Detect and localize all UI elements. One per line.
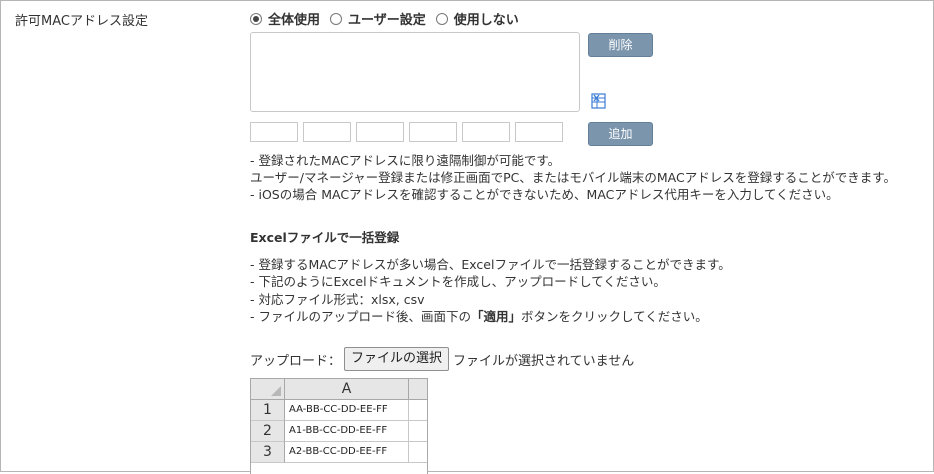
- mac-octet-input-6[interactable]: [515, 122, 563, 142]
- note-line: ユーザー/マネージャー登録または修正画面でPC、またはモバイル端末のMACアドレ…: [250, 170, 896, 185]
- radio-user-setting[interactable]: ユーザー設定: [330, 9, 426, 28]
- sheet-cell-empty: [409, 442, 427, 463]
- excel-note-line: - ファイルのアップロード後、画面下の「適用」ボタンをクリックしてください。: [250, 308, 731, 325]
- section-label: 許可MACアドレス設定: [15, 14, 148, 29]
- radio-label: 使用しない: [453, 13, 519, 28]
- sheet-cell-empty: [409, 421, 427, 442]
- upload-label: アップロード：: [250, 353, 342, 369]
- mac-address-inputs: [250, 122, 568, 142]
- mac-octet-input-3[interactable]: [356, 122, 404, 142]
- apply-reference: 「適用」: [471, 308, 522, 324]
- excel-notes: - 登録するMACアドレスが多い場合、Excelファイルで一括登録することができ…: [250, 256, 731, 325]
- choose-file-button[interactable]: ファイルの選択: [344, 347, 450, 371]
- radio-label: ユーザー設定: [348, 13, 426, 28]
- radio-button[interactable]: [330, 12, 343, 25]
- excel-note-line: - 登録するMACアドレスが多い場合、Excelファイルで一括登録することができ…: [250, 257, 731, 272]
- sheet-row: 2 A1-BB-CC-DD-EE-FF: [251, 421, 427, 442]
- sheet-cell-empty: [409, 400, 427, 421]
- radio-all-use[interactable]: 全体使用: [250, 9, 320, 28]
- settings-panel: 許可MACアドレス設定 全体使用 ユーザー設定 使用しない 削除 追加 - 登録…: [0, 0, 934, 474]
- mac-octet-input-4[interactable]: [409, 122, 457, 142]
- mac-octet-input-5[interactable]: [462, 122, 510, 142]
- excel-icon[interactable]: [591, 93, 607, 109]
- upload-row: アップロード： ファイルの選択 ファイルが選択されていません: [250, 347, 634, 371]
- radio-button[interactable]: [435, 12, 448, 25]
- column-header-a: A: [285, 379, 409, 400]
- row-number: 3: [251, 442, 285, 463]
- note-suffix: ボタンをクリックしてください。: [521, 308, 708, 324]
- sheet-row: 3 A2-BB-CC-DD-EE-FF: [251, 442, 427, 463]
- excel-bulk-title: Excelファイルで一括登録: [250, 230, 400, 245]
- mac-address-list[interactable]: [250, 32, 580, 112]
- delete-button[interactable]: 削除: [588, 33, 653, 57]
- sheet-cell: A2-BB-CC-DD-EE-FF: [285, 442, 409, 463]
- note-prefix: - ファイルのアップロード後、画面下の: [250, 308, 471, 324]
- row-number: 1: [251, 400, 285, 421]
- excel-sample-sheet: A 1 AA-BB-CC-DD-EE-FF 2 A1-BB-CC-DD-EE-F…: [250, 378, 428, 474]
- column-header-b: [409, 379, 427, 400]
- sheet-header-row: A: [251, 379, 427, 400]
- radio-not-use[interactable]: 使用しない: [435, 9, 519, 28]
- sheet-cell: A1-BB-CC-DD-EE-FF: [285, 421, 409, 442]
- mac-octet-input-2[interactable]: [303, 122, 351, 142]
- mac-notes: - 登録されたMACアドレスに限り遠隔制御が可能です。 ユーザー/マネージャー登…: [250, 152, 896, 203]
- sheet-cell: AA-BB-CC-DD-EE-FF: [285, 400, 409, 421]
- radio-button[interactable]: [250, 12, 262, 25]
- radio-label: 全体使用: [268, 13, 321, 28]
- file-status: ファイルが選択されていません: [453, 353, 635, 369]
- note-line: - 登録されたMACアドレスに限り遠隔制御が可能です。: [250, 153, 561, 168]
- excel-note-line: - 下記のようにExcelドキュメントを作成し、アップロードしてください。: [250, 274, 666, 290]
- sheet-row: 1 AA-BB-CC-DD-EE-FF: [251, 400, 427, 421]
- add-button[interactable]: 追加: [588, 122, 653, 146]
- mac-octet-input-1[interactable]: [250, 122, 298, 142]
- sheet-corner: [251, 379, 285, 400]
- note-line: - iOSの場合 MACアドレスを確認することができないため、MACアドレス代用…: [250, 187, 839, 202]
- excel-note-line: - 対応ファイル形式：xlsx, csv: [250, 291, 425, 307]
- usage-radio-group: 全体使用 ユーザー設定 使用しない: [250, 9, 529, 28]
- row-number: 2: [251, 421, 285, 442]
